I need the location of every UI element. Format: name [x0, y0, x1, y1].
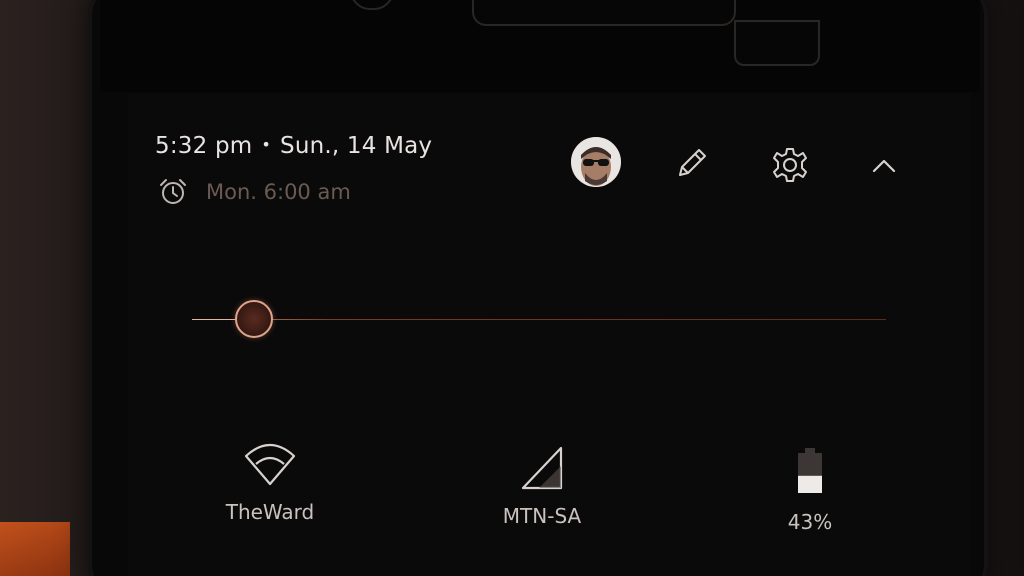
collapse-button[interactable] — [868, 150, 900, 186]
next-alarm[interactable]: Mon. 6:00 am — [158, 177, 351, 207]
wifi-icon — [244, 443, 296, 486]
date-text[interactable]: Sun., 14 May — [280, 133, 432, 159]
settings-button[interactable] — [770, 145, 810, 189]
battery-tile-label: 43% — [787, 510, 833, 534]
alarm-time-text: Mon. 6:00 am — [206, 180, 351, 204]
brightness-slider-track[interactable] — [192, 319, 886, 320]
edit-button[interactable] — [674, 145, 710, 185]
brightness-slider-thumb[interactable] — [235, 300, 274, 338]
clock-time[interactable]: 5:32 pm — [155, 133, 252, 159]
cellular-signal-icon — [521, 446, 563, 490]
alarm-clock-icon — [160, 179, 186, 204]
wifi-tile[interactable]: TheWard — [200, 438, 340, 524]
avatar-face-image — [571, 137, 621, 187]
background-left — [0, 0, 95, 576]
gear-icon — [773, 148, 807, 182]
battery-level-fill — [798, 475, 822, 493]
notch-step-outline — [734, 20, 820, 66]
camera-cutout — [350, 0, 394, 10]
photo-scene: 5:32 pm • Sun., 14 May Mon. 6:00 am TheW… — [0, 0, 1024, 576]
battery-icon — [798, 448, 822, 493]
brightness-slider-fill — [192, 319, 236, 320]
pencil-icon — [679, 149, 706, 176]
cellular-tile-label: MTN-SA — [502, 504, 582, 528]
notch-outline — [472, 0, 736, 26]
user-avatar[interactable] — [571, 137, 621, 187]
battery-tile[interactable]: 43% — [740, 446, 880, 534]
separator-dot: • — [261, 135, 272, 154]
wifi-tile-label: TheWard — [225, 500, 315, 524]
phone-top-bezel — [100, 0, 980, 92]
background-orange-object — [0, 522, 70, 576]
cellular-tile[interactable]: MTN-SA — [472, 442, 612, 528]
brightness-slider[interactable] — [192, 300, 886, 340]
clock-date-row[interactable]: 5:32 pm • Sun., 14 May — [155, 133, 432, 159]
chevron-up-icon — [872, 159, 896, 173]
